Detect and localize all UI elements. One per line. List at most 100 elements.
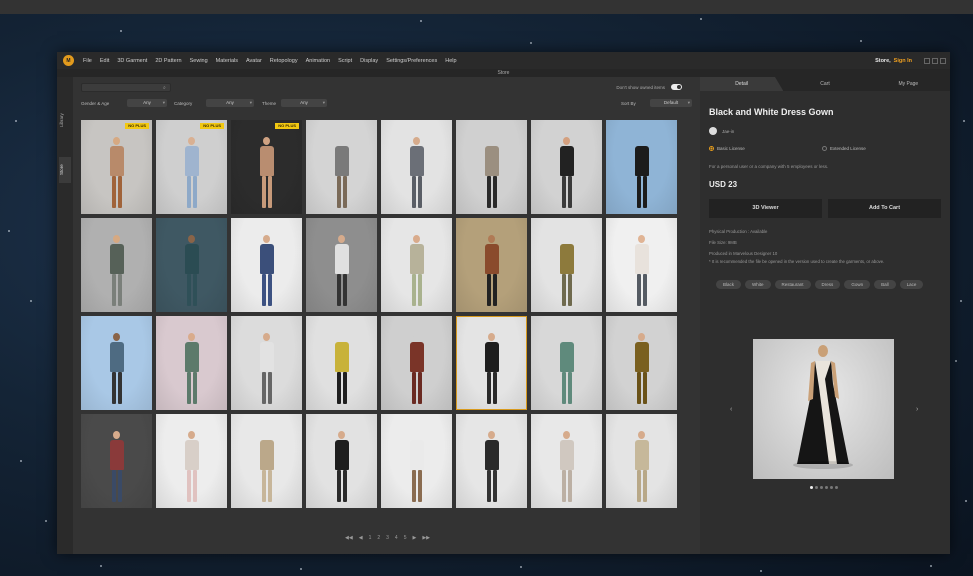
tag-black[interactable]: Black: [716, 280, 742, 289]
basic-license-radio[interactable]: Basic License: [709, 146, 745, 151]
product-tile[interactable]: [231, 316, 302, 410]
page-2[interactable]: 2: [377, 535, 380, 541]
info-produced-in: Produced in Marvelous Designer 10: [709, 251, 778, 256]
preview-dot[interactable]: [825, 486, 828, 489]
menu-2d-pattern[interactable]: 2D Pattern: [155, 58, 181, 64]
product-tile[interactable]: [306, 414, 377, 508]
product-tile[interactable]: [156, 414, 227, 508]
sign-in-link[interactable]: Sign In: [894, 58, 912, 64]
minimize-button[interactable]: [924, 57, 930, 64]
author-name[interactable]: Jae-in: [722, 129, 734, 134]
menu-3d-garment[interactable]: 3D Garment: [117, 58, 147, 64]
menu-sewing[interactable]: Sewing: [190, 58, 208, 64]
page-last-button[interactable]: ▶▶: [422, 535, 430, 541]
product-tile[interactable]: [381, 414, 452, 508]
product-tile[interactable]: [381, 316, 452, 410]
garment-figure: [409, 137, 424, 208]
garment-figure: [259, 431, 274, 502]
rail-tab-library[interactable]: Library: [59, 107, 71, 133]
product-tile[interactable]: [81, 414, 152, 508]
menu-help[interactable]: Help: [445, 58, 456, 64]
product-tile[interactable]: [606, 218, 677, 312]
menu-retopology[interactable]: Retopology: [270, 58, 298, 64]
search-input[interactable]: [81, 83, 171, 92]
product-tile[interactable]: [606, 316, 677, 410]
tag-gown[interactable]: Gown: [844, 280, 871, 289]
menu-materials[interactable]: Materials: [216, 58, 238, 64]
page-4[interactable]: 4: [395, 535, 398, 541]
product-tile[interactable]: [456, 218, 527, 312]
menu-avatar[interactable]: Avatar: [246, 58, 262, 64]
product-tile[interactable]: [231, 218, 302, 312]
page-3[interactable]: 3: [386, 535, 389, 541]
tab-my-page[interactable]: My Page: [867, 77, 950, 91]
tab-detail[interactable]: Detail: [700, 77, 784, 91]
author-avatar-icon[interactable]: [709, 127, 717, 135]
page-next-button[interactable]: ▶: [412, 535, 416, 541]
garment-figure: [109, 333, 124, 404]
product-tile[interactable]: [306, 316, 377, 410]
tag-restaurant[interactable]: Restaurant: [774, 280, 811, 289]
search-icon[interactable]: ⌕: [163, 85, 166, 91]
product-tile[interactable]: [456, 316, 527, 410]
radio-unselected-icon: [822, 146, 827, 151]
theme-filter-select[interactable]: Any: [281, 99, 327, 107]
preview-dot[interactable]: [815, 486, 818, 489]
product-tile[interactable]: [381, 218, 452, 312]
3d-viewer-button[interactable]: 3D Viewer: [709, 199, 822, 218]
preview-dot[interactable]: [820, 486, 823, 489]
preview-dot[interactable]: [835, 486, 838, 489]
garment-figure: [484, 333, 499, 404]
preview-dot[interactable]: [830, 486, 833, 489]
close-button[interactable]: [940, 57, 946, 64]
product-tile[interactable]: [156, 316, 227, 410]
owned-items-toggle[interactable]: [671, 84, 682, 90]
menu-animation[interactable]: Animation: [306, 58, 330, 64]
tag-white[interactable]: White: [745, 280, 771, 289]
menu-script[interactable]: Script: [338, 58, 352, 64]
tag-dress[interactable]: Dress: [814, 280, 841, 289]
product-tile[interactable]: [81, 316, 152, 410]
sort-select[interactable]: Default: [650, 99, 692, 107]
product-tile[interactable]: [456, 414, 527, 508]
tag-lace[interactable]: Lace: [899, 280, 924, 289]
product-tile[interactable]: [306, 218, 377, 312]
page-first-button[interactable]: ◀◀: [345, 535, 353, 541]
rail-tab-store[interactable]: Store: [59, 157, 71, 183]
preview-dot-active[interactable]: [810, 486, 813, 489]
add-to-cart-button[interactable]: Add To Cart: [828, 199, 941, 218]
page-prev-button[interactable]: ◀: [359, 535, 363, 541]
product-tile[interactable]: [456, 120, 527, 214]
product-tile[interactable]: [606, 120, 677, 214]
product-tile[interactable]: [531, 120, 602, 214]
license-description: For a personal user or a company with 5 …: [709, 164, 829, 169]
product-tile[interactable]: [156, 218, 227, 312]
product-tile[interactable]: [531, 218, 602, 312]
category-filter-select[interactable]: Any: [206, 99, 254, 107]
menu-display[interactable]: Display: [360, 58, 378, 64]
menu-settings[interactable]: Settings/Preferences: [386, 58, 437, 64]
product-tile[interactable]: NO PLUS: [81, 120, 152, 214]
menu-file[interactable]: File: [83, 58, 92, 64]
extended-license-radio[interactable]: Extended License: [822, 146, 866, 151]
product-tile[interactable]: [306, 120, 377, 214]
product-tile[interactable]: [231, 414, 302, 508]
page-1[interactable]: 1: [369, 535, 372, 541]
tag-ball[interactable]: Ball: [874, 280, 896, 289]
product-tile[interactable]: [381, 120, 452, 214]
product-tile[interactable]: NO PLUS: [156, 120, 227, 214]
maximize-button[interactable]: [932, 57, 938, 64]
preview-prev-icon[interactable]: ‹: [730, 406, 732, 413]
menu-edit[interactable]: Edit: [100, 58, 109, 64]
product-tile[interactable]: [531, 414, 602, 508]
product-tile[interactable]: NO PLUS: [231, 120, 302, 214]
page-5[interactable]: 5: [404, 535, 407, 541]
radio-selected-icon: [709, 146, 714, 151]
product-tile[interactable]: [531, 316, 602, 410]
product-tile[interactable]: [81, 218, 152, 312]
tab-cart[interactable]: Cart: [783, 77, 866, 91]
product-tile[interactable]: [606, 414, 677, 508]
star: [30, 300, 32, 302]
preview-next-icon[interactable]: ›: [916, 406, 918, 413]
gender-filter-select[interactable]: Any: [127, 99, 167, 107]
